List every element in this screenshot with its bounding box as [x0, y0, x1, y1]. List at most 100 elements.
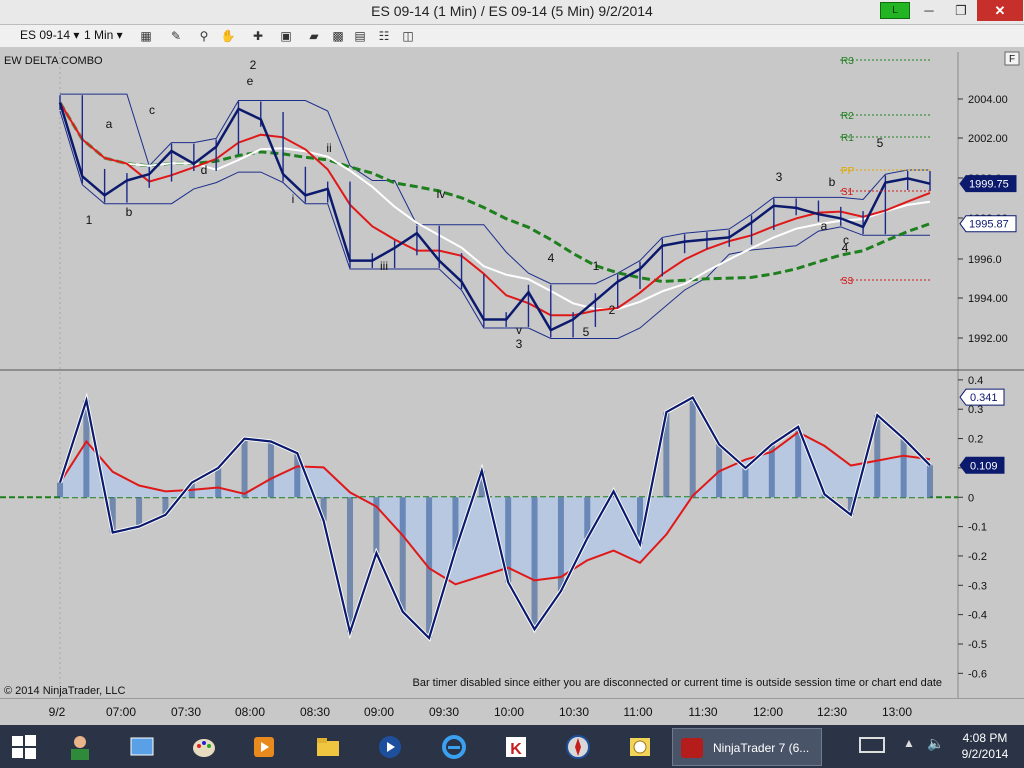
video-player-icon: [379, 736, 401, 758]
wave-label: iii: [380, 259, 388, 273]
user-icon: [71, 736, 89, 760]
oscillator-axis-label: 0.4: [968, 375, 983, 387]
wave-label: i: [292, 192, 295, 206]
wave-label: 2: [250, 58, 257, 72]
pivot-label: R2: [841, 111, 854, 122]
maximize-button[interactable]: ❐: [946, 0, 976, 21]
close-button[interactable]: ✕: [977, 0, 1023, 21]
templates-icon[interactable]: ☷: [376, 28, 392, 44]
copyright-text: © 2014 NinjaTrader, LLC: [4, 685, 125, 697]
start-button[interactable]: [4, 729, 44, 765]
keyboard-icon[interactable]: [859, 737, 885, 753]
wave-label: d: [201, 163, 208, 177]
pivot-label: R1: [841, 133, 854, 144]
draw-tool-icon[interactable]: ✎: [168, 28, 184, 44]
bar-timer-message: Bar timer disabled since either you are …: [413, 677, 943, 689]
taskbar-app-compass[interactable]: [558, 729, 598, 765]
wave-label: ii: [326, 141, 331, 155]
antivirus-icon: K: [506, 737, 526, 758]
price-axis-label: 1992.00: [968, 333, 1008, 345]
taskbar-app-media-player[interactable]: [244, 729, 284, 765]
panel-toggle-label: F: [1009, 54, 1015, 65]
oscillator-flag-label: 0.109: [970, 460, 998, 472]
pivot-label: R3: [841, 56, 854, 67]
minimize-button[interactable]: ─: [914, 0, 944, 21]
taskbar-app-antivirus[interactable]: K: [496, 729, 536, 765]
internet-explorer-icon: [442, 735, 466, 759]
pan-icon[interactable]: ✋: [220, 28, 236, 44]
wave-label: 2: [609, 303, 616, 317]
taskbar: K NinjaTrader 7 (6... ▲ 🔈 4:08 PM 9/2/20…: [0, 725, 1024, 768]
wave-label: b: [829, 175, 836, 189]
wave-label: 3: [776, 170, 783, 184]
time-axis-label: 07:00: [105, 705, 137, 719]
wave-label: 1: [593, 259, 600, 273]
taskbar-app-internet-explorer[interactable]: [434, 729, 474, 765]
wave-label: a: [821, 219, 828, 233]
alarm-clock-icon: [630, 738, 650, 756]
wave-label: 4: [548, 251, 555, 265]
time-axis: 9/2 07:00 07:30 08:00 08:30 09:00 09:30 10:00 10…: [0, 698, 1024, 726]
crosshair-icon[interactable]: ✚: [250, 28, 266, 44]
oscillator-axis-label: -0.1: [968, 522, 987, 534]
wave-label: 3: [516, 337, 523, 351]
connection-status-badge[interactable]: L: [880, 2, 910, 19]
strategies-icon[interactable]: ▰: [306, 28, 322, 44]
data-box-icon[interactable]: ▣: [278, 28, 294, 44]
oscillator-axis-label: -0.5: [968, 639, 987, 651]
clock-date[interactable]: 9/2/2014: [955, 747, 1015, 761]
window-list-icon[interactable]: ◫: [400, 28, 416, 44]
wave-label: c: [149, 103, 155, 117]
volume-icon[interactable]: 🔈: [927, 735, 944, 752]
indicator-label: EW DELTA COMBO: [4, 55, 103, 67]
pivot-label: PP: [841, 166, 855, 177]
pivot-label: S3: [841, 276, 854, 287]
time-axis-label: 13:00: [881, 705, 913, 719]
chart-canvas[interactable]: EW DELTA COMBO © 2014 NinjaTrader, LLC B…: [0, 48, 1024, 698]
title-bar: ES 09-14 (1 Min) / ES 09-14 (5 Min) 9/2/…: [0, 0, 1024, 25]
time-axis-label: 10:00: [493, 705, 525, 719]
time-axis-label: 09:00: [363, 705, 395, 719]
time-axis-label: 9/2: [48, 705, 66, 719]
wave-label: 5: [583, 325, 590, 339]
interval-selector[interactable]: 1 Min ▾: [84, 28, 123, 42]
bar-type-icon[interactable]: ▦: [138, 28, 154, 44]
taskbar-app-ninjatrader[interactable]: NinjaTrader 7 (6...: [672, 728, 822, 766]
oscillator-flag-label: 0.341: [970, 392, 998, 404]
time-axis-label: 11:00: [623, 705, 653, 719]
taskbar-app-video[interactable]: [370, 729, 410, 765]
time-axis-label: 12:00: [752, 705, 784, 719]
window-title: ES 09-14 (1 Min) / ES 09-14 (5 Min) 9/2/…: [371, 3, 653, 19]
instrument-selector[interactable]: ES 09-14 ▾: [20, 28, 79, 42]
wave-label: a: [106, 117, 113, 131]
price-axis-label: 1994.00: [968, 293, 1008, 305]
media-player-icon: [254, 737, 274, 757]
show-hidden-icons-icon[interactable]: ▲: [903, 736, 915, 750]
oscillator-axis-label: 0: [968, 492, 974, 504]
chart-properties-icon[interactable]: ▤: [352, 28, 368, 44]
price-axis-label: 2004.00: [968, 94, 1008, 106]
wave-label: v: [516, 323, 522, 337]
zoom-icon[interactable]: ⚲: [196, 28, 212, 44]
pivot-label: S1: [841, 187, 854, 198]
price-axis-label: 1996.0: [968, 254, 1002, 266]
chart-panel[interactable]: EW DELTA COMBO © 2014 NinjaTrader, LLC B…: [0, 48, 1024, 698]
price-axis-label: 2002.00: [968, 133, 1008, 145]
taskbar-app-explorer[interactable]: [308, 729, 348, 765]
time-axis-label: 11:30: [688, 705, 718, 719]
time-axis-label: 08:30: [299, 705, 331, 719]
taskbar-app-control-panel[interactable]: [122, 729, 162, 765]
price-flag-label: 1995.87: [969, 219, 1009, 231]
time-axis-label: 08:00: [234, 705, 266, 719]
taskbar-app-clock[interactable]: [620, 729, 660, 765]
taskbar-app-paint[interactable]: [184, 729, 224, 765]
oscillator-axis-label: -0.6: [968, 668, 987, 680]
system-tray: ▲ 🔈 4:08 PM 9/2/2014: [855, 725, 1024, 768]
paint-icon: [193, 739, 215, 757]
wave-label: 5: [877, 136, 884, 150]
clock-time[interactable]: 4:08 PM: [958, 731, 1012, 745]
indicators-icon[interactable]: ▩: [330, 28, 346, 44]
time-axis-label: 07:30: [170, 705, 202, 719]
oscillator-axis-label: -0.4: [968, 610, 987, 622]
taskbar-app-user[interactable]: [60, 729, 100, 765]
